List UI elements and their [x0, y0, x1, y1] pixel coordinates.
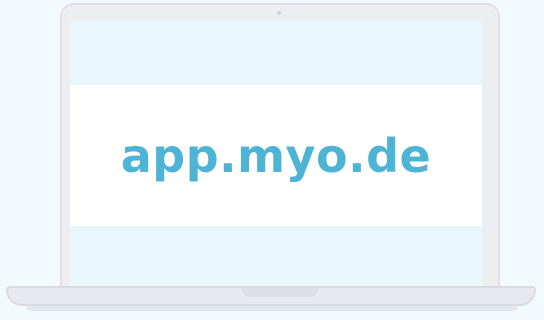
camera-dot-icon [277, 11, 281, 15]
screen-content-band: app.myo.de [70, 85, 482, 226]
laptop-screen: app.myo.de [70, 21, 482, 286]
app-url-text: app.myo.de [120, 128, 432, 183]
laptop-illustration: app.myo.de [0, 0, 544, 320]
laptop-base-notch [242, 288, 318, 297]
laptop-base-shadow [26, 306, 518, 311]
